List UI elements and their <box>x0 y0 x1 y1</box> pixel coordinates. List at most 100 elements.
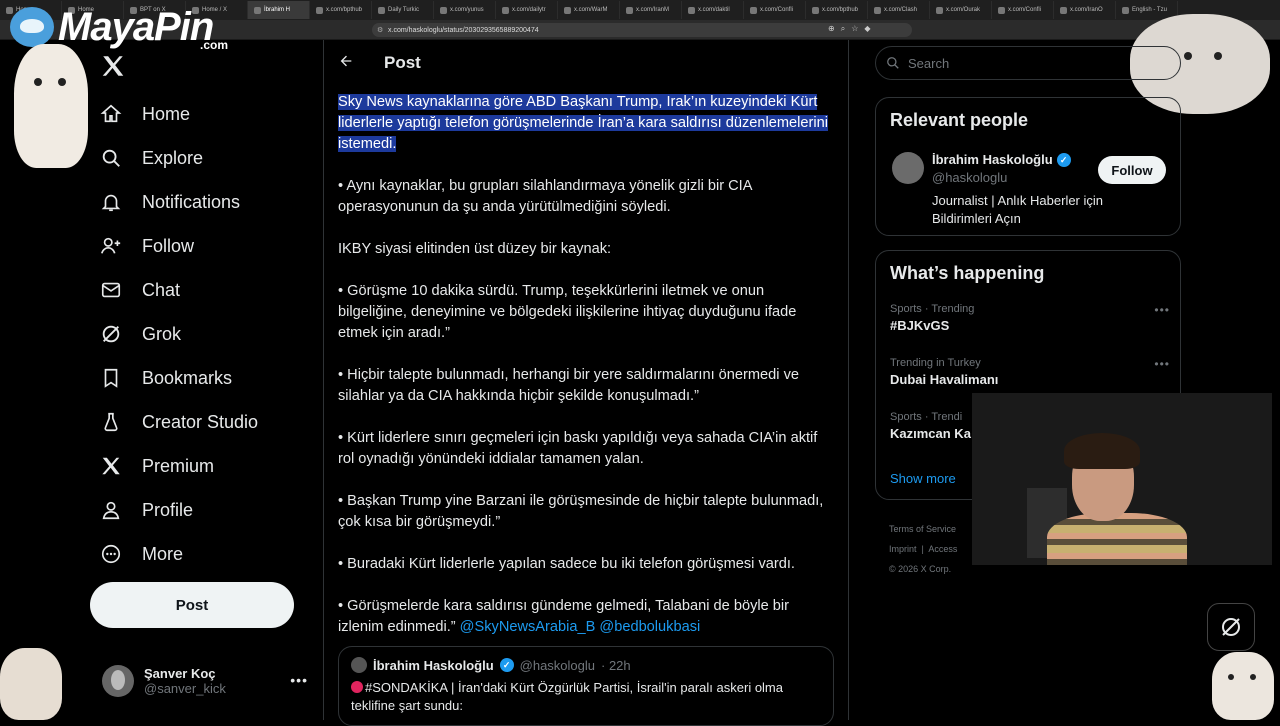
footer-link[interactable]: Imprint <box>889 544 917 554</box>
nav-item-follow[interactable]: Follow <box>98 224 298 268</box>
search-placeholder: Search <box>908 55 950 71</box>
search-input[interactable]: Search <box>875 46 1181 80</box>
nav-item-notifications[interactable]: Notifications <box>98 180 298 224</box>
tab-favicon-icon <box>874 6 881 14</box>
browser-tab[interactable]: x.com/Ourak <box>930 1 992 19</box>
trend-item[interactable]: Trending in Turkey Dubai Havalimanı ••• <box>890 357 1170 387</box>
post-header: Post <box>324 40 848 86</box>
quoted-post-header: İbrahim Haskoloğlu ✓ @haskologlu · 22h <box>351 657 821 673</box>
nav-item-label: Bookmarks <box>142 367 233 388</box>
zoom-icon[interactable]: ⊕ <box>828 24 835 34</box>
grok-floating-button[interactable] <box>1207 603 1255 651</box>
post-button[interactable]: Post <box>90 582 294 628</box>
nav-item-profile[interactable]: Profile <box>98 488 298 532</box>
more-dots-icon[interactable]: ••• <box>1154 357 1170 371</box>
browser-tab[interactable]: x.com/IranO <box>1054 1 1116 19</box>
browser-tab[interactable]: İbrahim H <box>248 1 310 19</box>
quoted-author-handle: @haskologlu <box>519 657 595 673</box>
tab-favicon-icon <box>378 6 385 14</box>
nav-item-label: Grok <box>142 323 182 344</box>
browser-tab[interactable]: x.com/Clash <box>868 1 930 19</box>
cat-eye <box>1184 52 1192 60</box>
sidebar-footer: Terms of Service Imprint | Access © 2026… <box>889 519 957 579</box>
mention-link[interactable]: @SkyNewsArabia_B <box>460 619 596 635</box>
nav-item-premium[interactable]: Premium <box>98 444 298 488</box>
post-paragraph: • Buradaki Kürt liderlerle yapılan sadec… <box>338 556 795 572</box>
browser-tab[interactable]: Daily Turkic <box>372 1 434 19</box>
tab-label: x.com/Confli <box>760 7 794 13</box>
tab-favicon-icon <box>440 6 447 14</box>
logo-suffix: .com <box>200 38 229 52</box>
watermark-logo: MayaPin .com <box>10 4 228 52</box>
trend-title: Dubai Havalimanı <box>890 372 999 387</box>
mail-icon <box>98 277 124 303</box>
post-paragraph: • Başkan Trump yine Barzani ile görüşmes… <box>338 493 824 530</box>
nav-item-chat[interactable]: Chat <box>98 268 298 312</box>
nav-item-label: Profile <box>142 499 194 520</box>
card-title: Relevant people <box>890 110 1029 130</box>
quoted-post-time: · 22h <box>601 657 631 673</box>
tab-label: x.com/yunus <box>450 7 484 13</box>
trend-context: Trending in Turkey <box>890 357 981 369</box>
tab-favicon-icon <box>626 6 633 14</box>
nav-item-explore[interactable]: Explore <box>98 136 298 180</box>
quoted-post[interactable]: İbrahim Haskoloğlu ✓ @haskologlu · 22h #… <box>338 646 834 726</box>
bird-mascot-icon <box>10 7 54 47</box>
cat-eye <box>1228 674 1234 680</box>
browser-tab[interactable]: x.com/daktil <box>682 1 744 19</box>
flask-icon <box>98 409 124 435</box>
browser-tab[interactable]: x.com/Confli <box>992 1 1054 19</box>
bookmark-star-icon[interactable]: ☆ <box>851 24 858 34</box>
translate-icon[interactable]: ⌕ <box>841 24 845 34</box>
trend-item[interactable]: Sports · Trending #BJKvGS ••• <box>890 303 1170 333</box>
copyright: © 2026 X Corp. <box>889 564 952 574</box>
more-dots-icon[interactable]: ••• <box>290 672 308 688</box>
tab-favicon-icon <box>254 6 261 14</box>
tab-favicon-icon <box>564 6 571 14</box>
account-switcher[interactable]: Şanver Koç @sanver_kick ••• <box>102 660 308 702</box>
show-more-link[interactable]: Show more <box>890 471 956 486</box>
mention-link[interactable]: @bedbolukbasi <box>599 619 700 635</box>
back-arrow-icon[interactable] <box>338 53 358 74</box>
avatar <box>351 657 367 673</box>
tab-label: x.com/dailytr <box>512 7 546 13</box>
home-icon <box>98 101 124 127</box>
browser-tab[interactable]: x.com/bpthub <box>310 1 372 19</box>
follow-button[interactable]: Follow <box>1098 156 1166 184</box>
cat-sticker-top-left <box>14 44 88 168</box>
person-add-icon <box>98 233 124 259</box>
nav-item-label: Creator Studio <box>142 411 259 432</box>
browser-tab[interactable]: x.com/IranM <box>620 1 682 19</box>
quoted-author-name: İbrahim Haskoloğlu <box>373 657 494 673</box>
x-logo-icon[interactable] <box>100 53 126 79</box>
footer-link[interactable]: Terms of Service <box>889 524 956 534</box>
search-icon <box>98 145 124 171</box>
nav-item-bookmarks[interactable]: Bookmarks <box>98 356 298 400</box>
extension-icon[interactable]: ◆ <box>864 24 870 34</box>
trend-context: Sports · Trending <box>890 303 975 315</box>
nav-item-grok[interactable]: Grok <box>98 312 298 356</box>
more-dots-icon[interactable]: ••• <box>1154 303 1170 317</box>
bell-icon <box>98 189 124 215</box>
tab-label: x.com/Confli <box>1008 7 1042 13</box>
webcam-overlay <box>972 393 1272 565</box>
footer-link[interactable]: Access <box>928 544 957 554</box>
nav-item-more[interactable]: More <box>98 532 298 576</box>
browser-tab[interactable]: x.com/bpthub <box>806 1 868 19</box>
account-info: Şanver Koç @sanver_kick <box>144 666 226 696</box>
highlighted-text: Sky News kaynaklarına göre ABD Başkanı T… <box>338 94 828 152</box>
footer-links-row: Imprint | Access <box>889 544 958 554</box>
site-info-icon[interactable]: ⚙ <box>377 26 383 34</box>
cat-eye <box>34 78 42 86</box>
nav-item-creator-studio[interactable]: Creator Studio <box>98 400 298 444</box>
browser-tab[interactable]: x.com/yunus <box>434 1 496 19</box>
browser-tab[interactable]: x.com/Confli <box>744 1 806 19</box>
page-title: Post <box>384 53 421 72</box>
post-paragraph: • Görüşme 10 dakika sürdü. Trump, teşekk… <box>338 283 797 341</box>
account-name: Şanver Koç <box>144 666 216 681</box>
relevant-people-card: Relevant people İbrahim Haskoloğlu ✓ @has… <box>875 97 1181 236</box>
browser-tab[interactable]: x.com/WarM <box>558 1 620 19</box>
browser-tab[interactable]: x.com/dailytr <box>496 1 558 19</box>
nav-item-home[interactable]: Home <box>98 92 298 136</box>
toolbar-icons: ⊕ ⌕ ☆ ◆ <box>828 24 871 34</box>
